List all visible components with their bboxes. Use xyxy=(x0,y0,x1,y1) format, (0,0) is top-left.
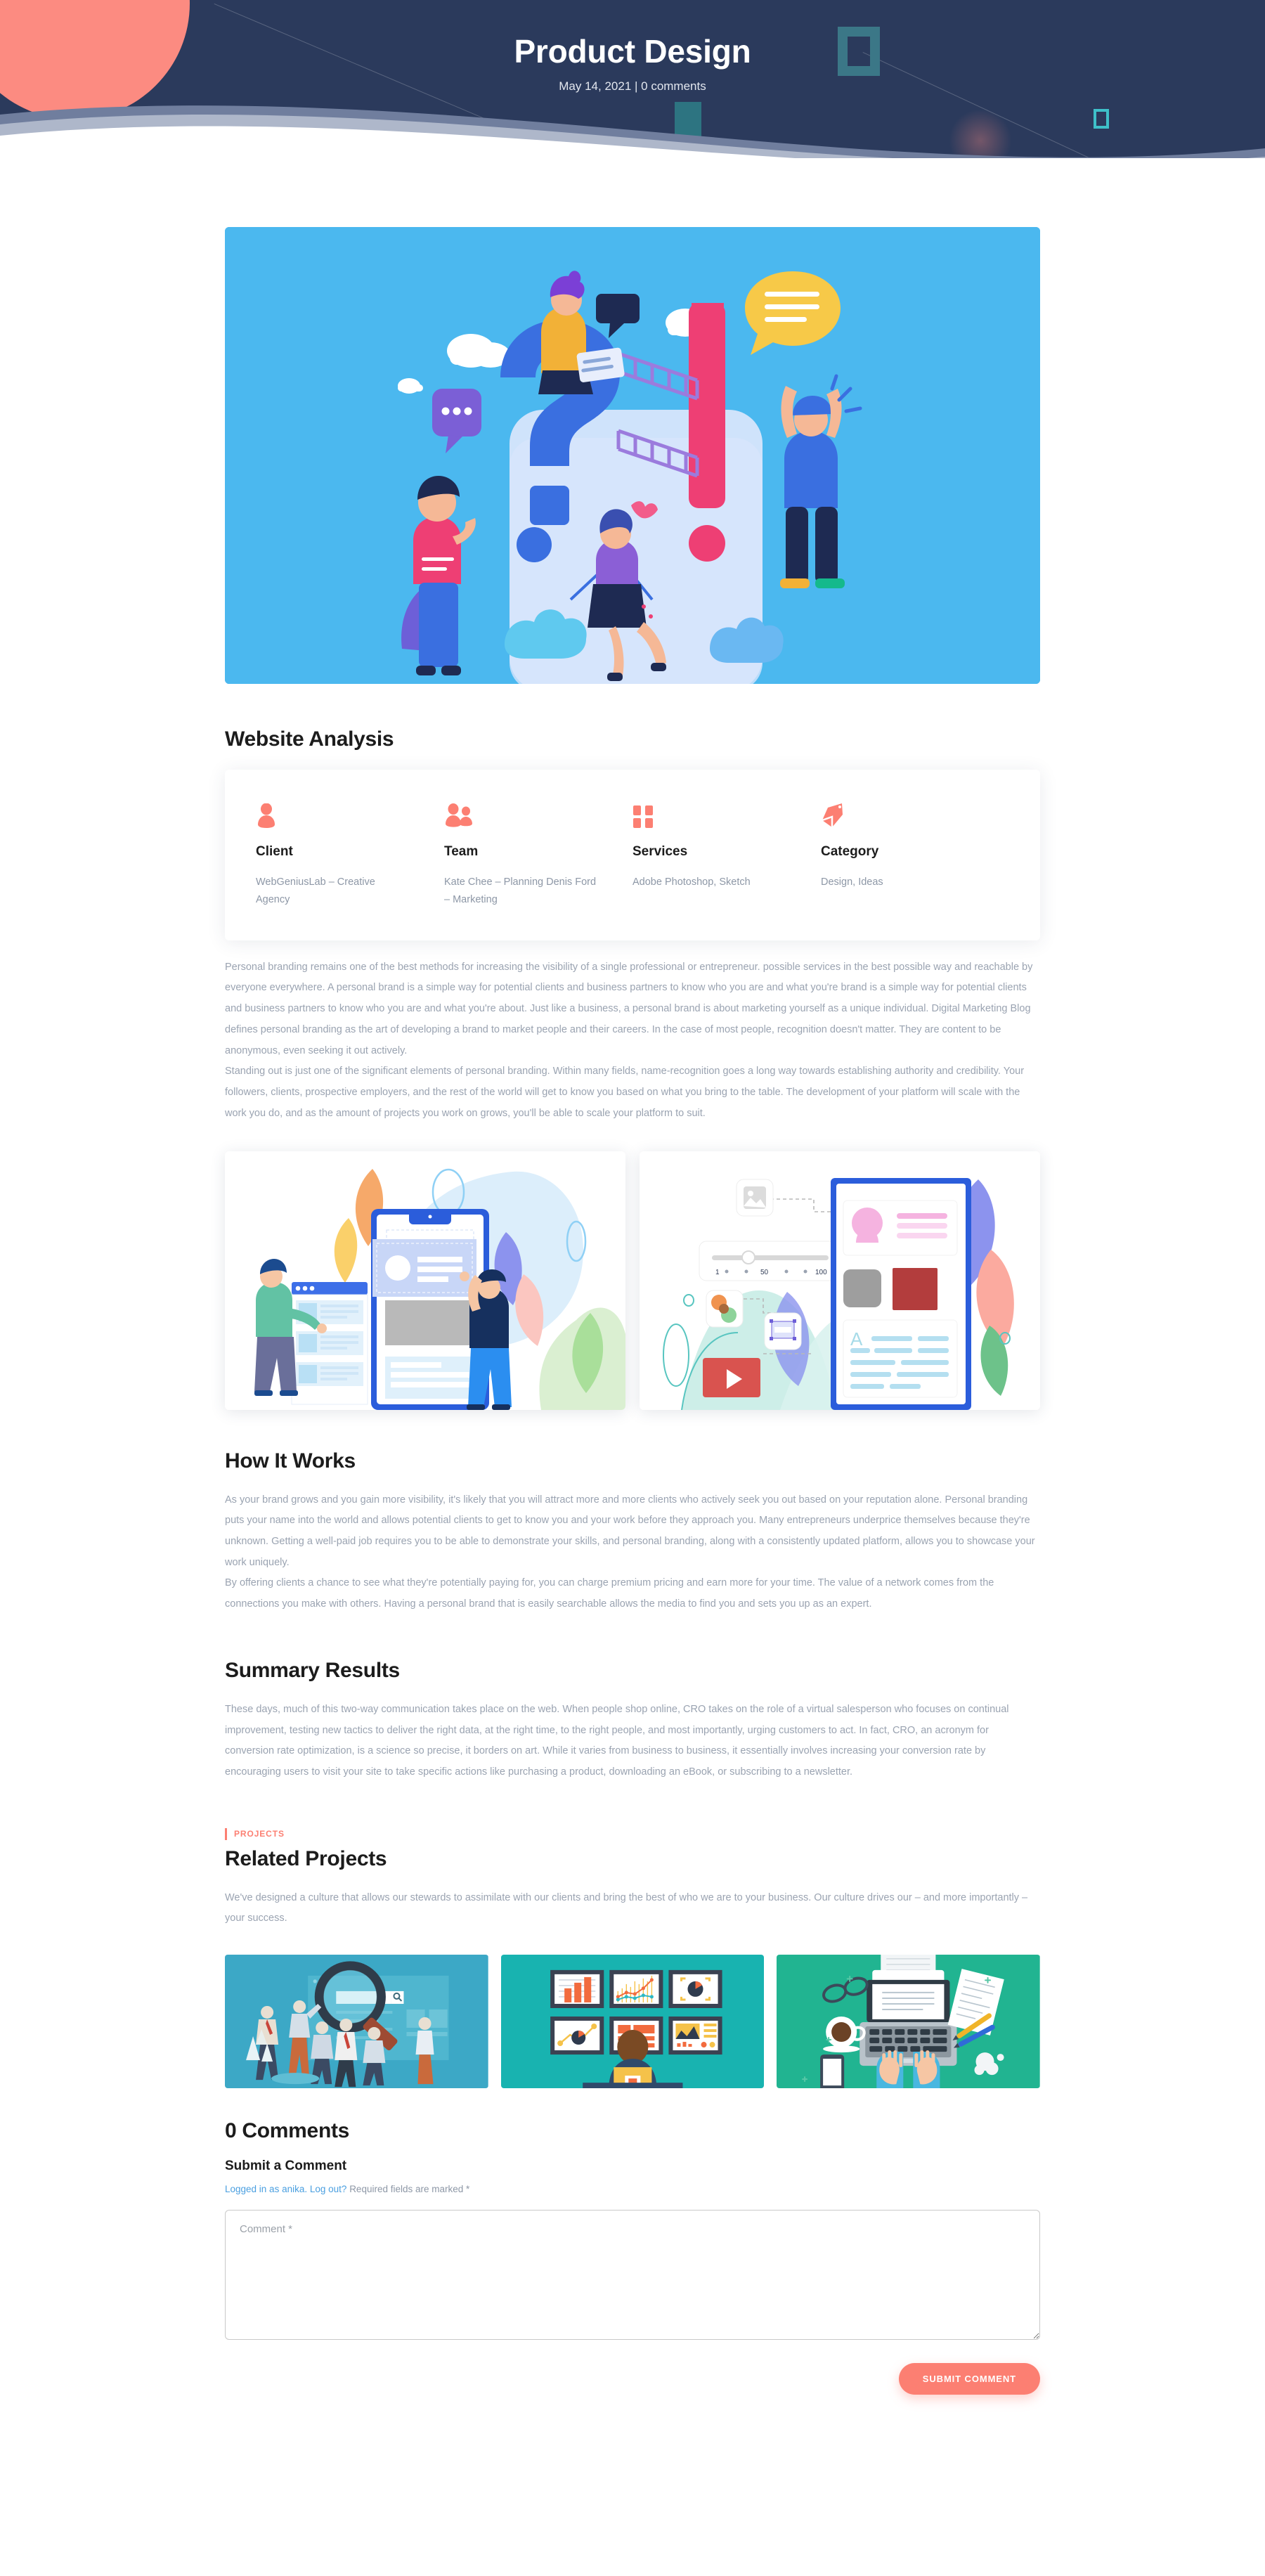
related-projects-eyebrow: PROJECTS xyxy=(225,1827,1040,1840)
related-projects-grid xyxy=(225,1955,1041,2089)
logged-in-user-link[interactable]: Logged in as anika. xyxy=(225,2184,307,2194)
required-fields-note: Required fields are marked * xyxy=(349,2184,470,2195)
eyebrow-label: PROJECTS xyxy=(234,1829,285,1839)
post-content: Website Analysis Client WebGeniusLab – C… xyxy=(225,158,1041,2444)
tag-icon xyxy=(821,798,994,829)
analysis-label: Category xyxy=(821,844,879,859)
hero-illustration xyxy=(225,227,1040,684)
svg-text:50: 50 xyxy=(760,1269,769,1276)
website-analysis-title: Website Analysis xyxy=(225,727,394,751)
intro-paragraph-1: Personal branding remains one of the bes… xyxy=(225,961,1033,1056)
submit-comment-button[interactable]: Submit Comment xyxy=(898,2363,1040,2395)
submit-comment-row: Submit Comment xyxy=(225,2363,1040,2444)
comment-input[interactable] xyxy=(225,2210,1040,2341)
analysis-value: Adobe Photoshop, Sketch xyxy=(632,876,751,888)
summary-results-title: Summary Results xyxy=(225,1658,400,1682)
analysis-label: Team xyxy=(444,844,479,859)
how-it-works-paragraph-1: As your brand grows and you gain more vi… xyxy=(225,1494,1035,1568)
logout-link[interactable]: Log out? xyxy=(310,2184,347,2194)
analysis-item-services: Services Adobe Photoshop, Sketch xyxy=(632,798,821,910)
analysis-value: Kate Chee – Planning Denis Ford – Market… xyxy=(444,876,597,906)
comments-count-title: 0 Comments xyxy=(225,2119,350,2143)
submit-comment-title: Submit a Comment xyxy=(225,2158,347,2174)
person-icon xyxy=(256,798,429,829)
project-card-1[interactable] xyxy=(225,1955,488,2089)
page-header: Product Design May 14, 2021 | 0 comments xyxy=(0,0,1265,158)
project-card-2[interactable] xyxy=(500,1955,765,2089)
svg-text:100: 100 xyxy=(815,1269,827,1276)
logged-in-note: Logged in as anika. Log out? Required fi… xyxy=(225,2184,1040,2194)
analysis-label: Services xyxy=(632,844,688,859)
people-icon xyxy=(444,798,617,829)
analysis-item-category: Category Design, Ideas xyxy=(821,798,1009,910)
page-title: Product Design xyxy=(514,33,751,70)
intro-paragraph-2: Standing out is just one of the signific… xyxy=(225,1066,1025,1119)
header-content: Product Design May 14, 2021 | 0 comments xyxy=(0,0,1265,93)
analysis-item-team: Team Kate Chee – Planning Denis Ford – M… xyxy=(444,798,632,910)
analysis-item-client: Client WebGeniusLab – Creative Agency xyxy=(256,798,444,910)
svg-text:1: 1 xyxy=(715,1269,720,1276)
how-it-works-paragraph-2: By offering clients a chance to see what… xyxy=(225,1577,994,1610)
analysis-label: Client xyxy=(256,844,293,859)
grid-icon xyxy=(632,798,805,829)
gallery-image-1 xyxy=(225,1151,625,1410)
analysis-value: Design, Ideas xyxy=(821,876,883,888)
website-analysis-card: Client WebGeniusLab – Creative Agency Te… xyxy=(225,770,1040,940)
project-card-3[interactable] xyxy=(777,1955,1041,2089)
related-projects-title: Related Projects xyxy=(225,1846,387,1870)
post-meta: May 14, 2021 | 0 comments xyxy=(559,79,706,93)
summary-results-paragraph-1: These days, much of this two-way communi… xyxy=(225,1703,1009,1778)
blog-post-page: Product Design May 14, 2021 | 0 comments xyxy=(0,0,1265,2576)
eyebrow-bar-icon xyxy=(225,1827,227,1840)
analysis-value: WebGeniusLab – Creative Agency xyxy=(256,876,375,906)
how-it-works-title: How It Works xyxy=(225,1449,356,1473)
article-image-gallery: 1 50 100 A xyxy=(225,1151,1040,1410)
related-projects-description: We've designed a culture that allows our… xyxy=(225,1891,1028,1924)
gallery-image-2: 1 50 100 A xyxy=(640,1151,1040,1410)
svg-text:A: A xyxy=(850,1328,863,1350)
